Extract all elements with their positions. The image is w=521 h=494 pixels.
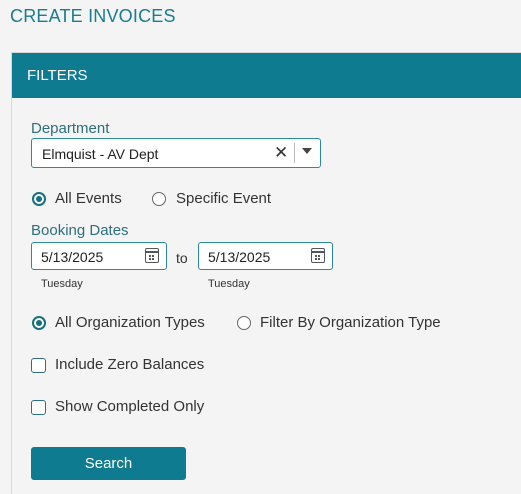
radio-all-org-types[interactable] — [32, 316, 46, 330]
calendar-icon[interactable] — [145, 248, 159, 263]
radio-filter-org-type[interactable] — [237, 316, 251, 330]
filters-panel: FILTERS Department Elmquist - AV Dept ✕ … — [11, 52, 521, 494]
search-button-label: Search — [84, 455, 133, 472]
date-to-field[interactable]: 5/13/2025 — [198, 242, 333, 270]
clear-icon[interactable]: ✕ — [274, 143, 288, 163]
department-label: Department — [31, 120, 110, 137]
include-zero-balances-label[interactable]: Include Zero Balances — [55, 356, 204, 373]
date-from-day: Tuesday — [41, 278, 83, 290]
filters-header-label: FILTERS — [27, 67, 88, 84]
radio-all-events[interactable] — [32, 192, 46, 206]
date-range-separator: to — [176, 250, 188, 266]
department-value: Elmquist - AV Dept — [42, 146, 159, 162]
radio-specific-event-label[interactable]: Specific Event — [176, 190, 271, 207]
show-completed-only-label[interactable]: Show Completed Only — [55, 398, 204, 415]
department-select[interactable]: Elmquist - AV Dept ✕ — [31, 138, 321, 168]
booking-dates-label: Booking Dates — [31, 222, 129, 239]
radio-specific-event[interactable] — [152, 192, 166, 206]
date-from-value: 5/13/2025 — [41, 249, 104, 265]
radio-filter-org-type-label[interactable]: Filter By Organization Type — [260, 314, 441, 331]
radio-all-events-label[interactable]: All Events — [55, 190, 122, 207]
select-divider — [294, 143, 295, 163]
search-button[interactable]: Search — [31, 447, 186, 480]
include-zero-balances-checkbox[interactable] — [31, 358, 46, 373]
chevron-down-icon[interactable] — [302, 148, 312, 154]
filters-header[interactable]: FILTERS — [12, 53, 521, 98]
show-completed-only-checkbox[interactable] — [31, 400, 46, 415]
date-to-day: Tuesday — [208, 278, 250, 290]
calendar-icon[interactable] — [311, 248, 325, 263]
date-from-field[interactable]: 5/13/2025 — [31, 242, 167, 270]
date-to-value: 5/13/2025 — [208, 249, 271, 265]
radio-all-org-types-label[interactable]: All Organization Types — [55, 314, 205, 331]
page-title: CREATE INVOICES — [10, 6, 176, 26]
